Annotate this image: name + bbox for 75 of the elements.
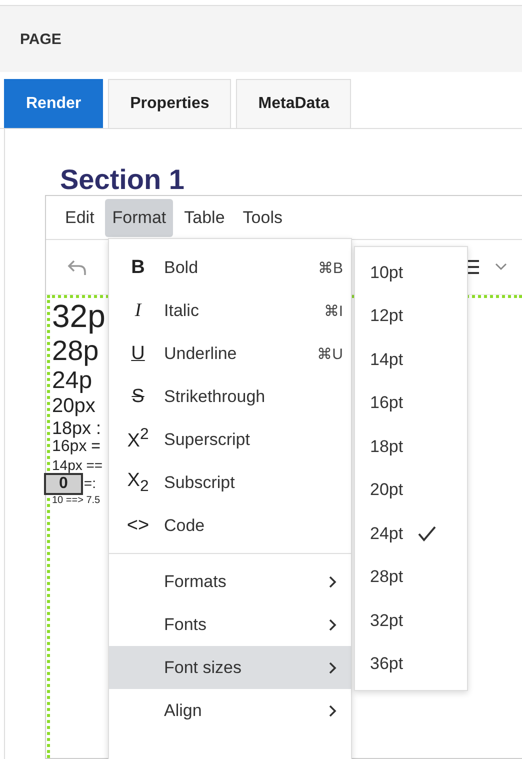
menu-item-label: Strikethrough bbox=[164, 386, 266, 406]
content-line: 18px : bbox=[52, 418, 102, 438]
font-size-option[interactable]: 28pt bbox=[355, 556, 467, 599]
chevron-right-icon bbox=[327, 618, 339, 632]
format-icon: X$_{2}$ bbox=[126, 470, 150, 496]
tab[interactable]: Render bbox=[4, 79, 104, 128]
menu-item-label: Superscript bbox=[164, 430, 251, 450]
menu-bar-item[interactable]: Table bbox=[177, 198, 232, 236]
font-size-label: 18pt bbox=[370, 436, 404, 457]
section-heading: Section 1 bbox=[60, 165, 186, 195]
menu-item[interactable]: X$^{2}$ Superscript bbox=[109, 418, 351, 461]
menu-bar-item[interactable]: Tools bbox=[236, 198, 290, 236]
font-size-label: 16pt bbox=[370, 393, 404, 414]
menu-bar-item[interactable]: Format bbox=[105, 198, 174, 236]
menu-item-label: Italic bbox=[164, 300, 200, 320]
menu-item-label: Bold bbox=[164, 258, 200, 278]
font-size-option[interactable]: 32pt bbox=[355, 599, 467, 642]
font-size-option[interactable]: 36pt bbox=[355, 642, 467, 686]
font-size-label: 36pt bbox=[370, 654, 404, 674]
format-icon: B bbox=[126, 256, 150, 278]
shortcut-label: ⌘I bbox=[324, 302, 343, 320]
content-line: 32p bbox=[52, 298, 106, 334]
number-field[interactable]: 0 bbox=[44, 472, 83, 496]
chevron-right-icon bbox=[327, 660, 339, 674]
content-line: 28p bbox=[52, 334, 99, 366]
chevron-right-icon bbox=[327, 574, 339, 588]
menu-item-label: Font sizes bbox=[163, 658, 242, 678]
menu-item-label: Underline bbox=[164, 344, 238, 364]
content-line: =: bbox=[84, 474, 96, 491]
font-size-option[interactable]: 12pt bbox=[355, 294, 467, 338]
menu-bar-item[interactable]: Edit bbox=[58, 198, 102, 236]
page-title: PAGE bbox=[20, 30, 62, 48]
font-size-label: 32pt bbox=[370, 610, 404, 631]
menu-item[interactable]: X$_{2}$ Subscript bbox=[109, 461, 351, 504]
format-icon: U bbox=[126, 342, 150, 364]
format-icon: X$^{2}$ bbox=[126, 426, 150, 453]
font-size-label: 14pt bbox=[370, 350, 404, 370]
menu-item-label: Align bbox=[163, 700, 203, 720]
menu-item-label: Formats bbox=[163, 572, 228, 592]
content-line: 24p bbox=[52, 366, 92, 394]
menu-item[interactable]: Font sizes bbox=[109, 646, 351, 689]
menu-item[interactable]: Align bbox=[109, 689, 351, 732]
menu-item-label: Code bbox=[164, 516, 206, 536]
menu-item[interactable]: U Underline ⌘U bbox=[109, 332, 351, 375]
menu-item-label: Fonts bbox=[163, 614, 208, 634]
font-size-option[interactable]: 24pt bbox=[355, 512, 467, 556]
tab[interactable]: Properties bbox=[108, 79, 232, 128]
font-size-label: 24pt bbox=[370, 524, 404, 544]
shortcut-label: ⌘B bbox=[318, 258, 343, 276]
chevron-right-icon bbox=[327, 704, 339, 718]
menu-item[interactable]: <> Code bbox=[109, 504, 351, 547]
format-icon: <> bbox=[126, 514, 150, 536]
menu-item[interactable]: Fonts bbox=[109, 603, 351, 646]
menu-item[interactable]: I Italic ⌘I bbox=[109, 289, 351, 332]
font-size-option[interactable]: 14pt bbox=[355, 338, 467, 382]
menu-item[interactable]: B Bold ⌘B bbox=[109, 246, 351, 289]
menu-item-label: Subscript bbox=[164, 472, 236, 492]
font-size-option[interactable]: 16pt bbox=[355, 382, 467, 425]
menu-item[interactable]: Formats bbox=[109, 560, 351, 603]
tab[interactable]: MetaData bbox=[236, 79, 352, 128]
content-line: 16px = bbox=[52, 438, 100, 456]
font-size-label: 12pt bbox=[370, 306, 404, 326]
shortcut-label: ⌘U bbox=[317, 344, 343, 362]
font-size-label: 20pt bbox=[370, 480, 404, 500]
format-icon: I bbox=[126, 300, 150, 322]
font-size-option[interactable]: 20pt bbox=[355, 468, 467, 512]
content-line: 10 ==> 7.5 bbox=[52, 495, 100, 506]
menu-item[interactable]: S Strikethrough bbox=[109, 375, 351, 418]
font-size-option[interactable]: 18pt bbox=[355, 425, 467, 468]
font-size-label: 28pt bbox=[370, 567, 404, 588]
content-line: 14px == bbox=[52, 456, 103, 473]
font-size-label: 10pt bbox=[370, 262, 404, 283]
font-size-option[interactable]: 10pt bbox=[355, 251, 467, 294]
content-line: 20px bbox=[52, 394, 96, 417]
format-icon: S bbox=[126, 386, 150, 408]
